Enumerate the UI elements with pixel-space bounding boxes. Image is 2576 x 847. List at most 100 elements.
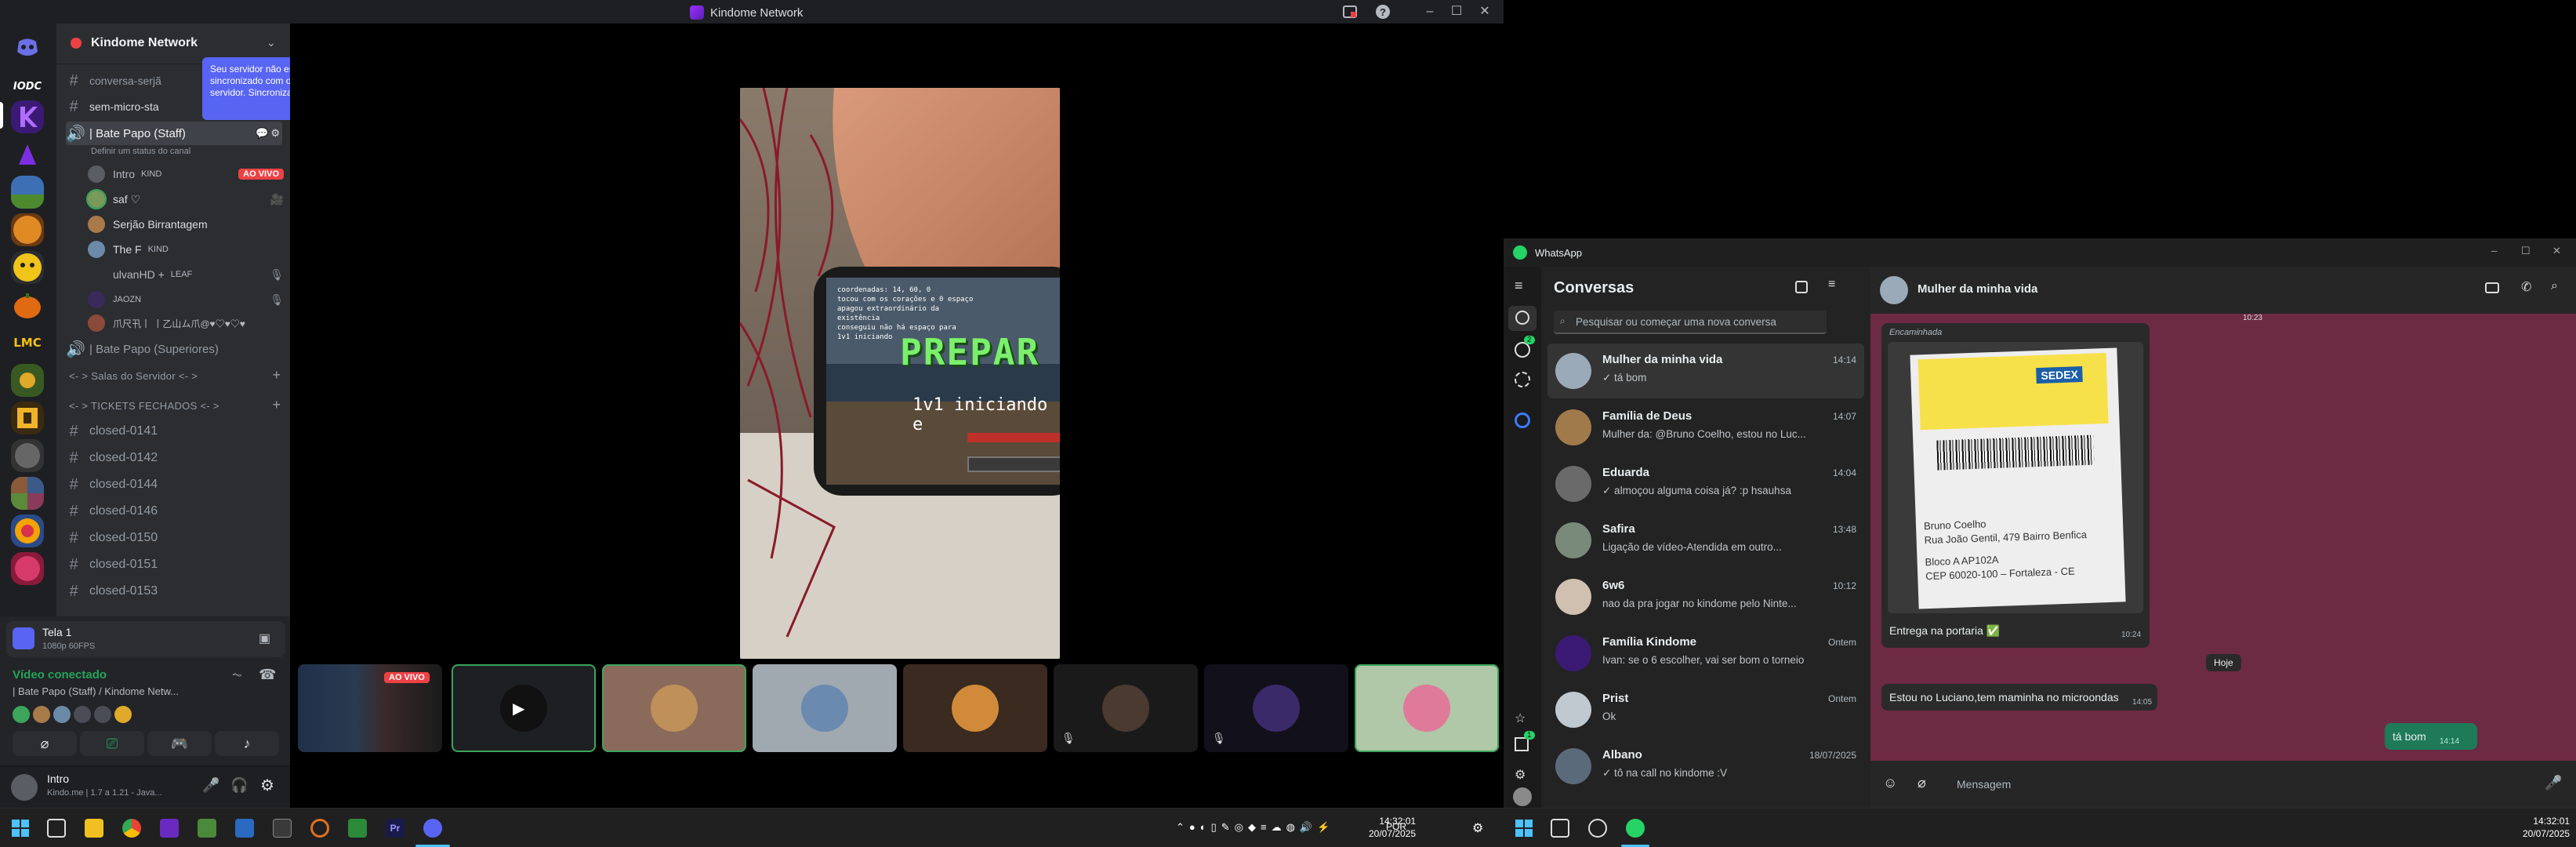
clock-left[interactable]: 14:32:01 20/07/2025 <box>1369 815 1416 840</box>
premiere-icon[interactable]: Pr <box>386 819 405 838</box>
voice-channel-staff[interactable]: 🔊 | Bate Papo (Staff) 💬⚙ <box>66 122 282 145</box>
outgoing-message[interactable]: tá bom 14:14 <box>2385 723 2477 750</box>
conversation-item[interactable]: Prist Ontem Ok <box>1547 682 1864 737</box>
participant-tile-intro[interactable]: AO VIVO <box>298 664 442 752</box>
channel-ticket[interactable]: # closed-0146 <box>66 500 282 523</box>
add-channel-icon[interactable]: + <box>272 367 281 384</box>
inbox-icon[interactable] <box>1342 4 1358 20</box>
channel-ticket[interactable]: # closed-0142 <box>66 446 282 470</box>
server-gray[interactable] <box>11 439 44 472</box>
conversation-item[interactable]: Safira 13:48 Ligação de vídeo-Atendida e… <box>1547 513 1864 568</box>
server-r[interactable] <box>11 402 44 434</box>
filter-icon[interactable]: ≡ <box>1828 278 1835 292</box>
minimize-icon[interactable]: – <box>2491 245 2497 256</box>
server-collage[interactable] <box>11 477 44 510</box>
activity-icon[interactable] <box>94 706 111 723</box>
channel-ticket[interactable]: # closed-0151 <box>66 553 282 576</box>
server-green[interactable] <box>11 364 44 397</box>
parcel-photo[interactable]: SEDEX Bruno Coelho Rua João Gentil, 479 … <box>1888 342 2143 613</box>
participant-tile-marai[interactable]: 🎙 <box>1204 664 1348 752</box>
meta-ai-icon[interactable] <box>1515 413 1530 428</box>
emoji-icon[interactable]: ☺ <box>1883 775 1897 791</box>
chats-nav[interactable] <box>1508 306 1537 331</box>
close-icon[interactable]: ✕ <box>1477 4 1493 20</box>
stop-stream-icon[interactable]: ▣ <box>259 631 270 646</box>
minecraft-icon[interactable] <box>198 819 216 838</box>
attach-icon[interactable]: ⌀ <box>1917 775 1926 791</box>
help-icon[interactable]: ? <box>1375 4 1391 20</box>
discord-taskbar-icon[interactable] <box>423 819 442 838</box>
conversation-item[interactable]: Eduarda 14:04 ✓ almoçou alguma coisa já?… <box>1547 456 1864 511</box>
maximize-icon[interactable]: ☐ <box>2521 245 2531 257</box>
channel-ticket[interactable]: # closed-0141 <box>66 420 282 443</box>
conversation-item[interactable]: Albano 18/07/2025 ✓ tô na call no kindom… <box>1547 739 1864 794</box>
voice-user-serjao[interactable]: Serjão Birrantagem <box>88 213 284 236</box>
activity-icon[interactable] <box>74 706 91 723</box>
participant-tile-anime[interactable] <box>1355 664 1499 752</box>
discord-taskbar-icon[interactable] <box>1588 819 1607 838</box>
search-chat-icon[interactable]: ⌕ <box>2551 279 2558 293</box>
channel-ticket[interactable]: # closed-0144 <box>66 473 282 496</box>
voice-channel-superiores[interactable]: 🔊 | Bate Papo (Superiores) <box>66 337 282 361</box>
start-icon[interactable] <box>11 819 30 838</box>
server-iodc[interactable]: IODC <box>11 71 44 104</box>
server-blue[interactable] <box>11 176 44 209</box>
noise-suppression-icon[interactable]: ⏦ <box>232 668 242 682</box>
search-box[interactable]: ⌕ Pesquisar ou começar uma nova conversa <box>1554 311 1827 334</box>
voice-call-icon[interactable]: ✆ <box>2521 279 2531 295</box>
participant-tile-saf[interactable]: ▶ <box>452 664 596 752</box>
disconnect-icon[interactable]: ☎ <box>259 667 276 683</box>
whatsapp-taskbar-icon[interactable] <box>1626 819 1645 838</box>
clock-right[interactable]: 14:32:01 20/07/2025 <box>2523 815 2570 840</box>
profile-avatar[interactable] <box>1513 787 1532 806</box>
explorer-icon[interactable] <box>85 819 103 838</box>
close-icon[interactable]: ✕ <box>2552 245 2561 257</box>
participant-tile-serjao[interactable] <box>602 664 746 752</box>
channel-ticket[interactable]: # closed-0153 <box>66 580 282 603</box>
channel-status[interactable]: Definir um status do canal <box>91 147 190 156</box>
calls-icon[interactable] <box>1515 342 1530 358</box>
message-input[interactable]: Mensagem <box>1950 770 2515 798</box>
conversation-item[interactable]: 6w6 10:12 nao da pra jogar no kindome pe… <box>1547 569 1864 624</box>
mic-icon[interactable]: 🎤 <box>202 777 220 794</box>
app-blue-icon[interactable] <box>235 819 254 838</box>
soundboard-button[interactable]: ♪ <box>215 731 279 756</box>
start-icon[interactable] <box>1515 819 1533 838</box>
category-tickets[interactable]: <- > TICKETS FECHADOS <- > <box>69 400 220 412</box>
chat-avatar[interactable] <box>1880 276 1908 304</box>
screen-share-button[interactable]: ⎚ <box>80 731 144 756</box>
conversation-item[interactable]: Família Kindome Ontem Ivan: se o 6 escol… <box>1547 626 1864 681</box>
app-terminal-icon[interactable] <box>273 819 292 838</box>
task-view-icon[interactable] <box>47 819 66 838</box>
mic-icon[interactable]: 🎤 <box>2545 775 2562 791</box>
conversation-item[interactable]: Família de Deus 14:07 Mulher da: @Bruno … <box>1547 400 1864 455</box>
voice-user-jaozn[interactable]: JAOZN 🎙 <box>88 288 284 311</box>
task-view-icon[interactable] <box>1551 819 1569 838</box>
headset-icon[interactable]: 🎧 <box>230 777 248 794</box>
add-channel-icon[interactable]: + <box>272 397 281 413</box>
activity-icon[interactable] <box>13 706 30 723</box>
voice-user-ulvan[interactable]: ulvanHD + LEAF 🎙 <box>88 263 284 286</box>
chrome-icon[interactable] <box>122 819 141 838</box>
screen-share-card[interactable]: Tela 1 1080p 60FPS ▣ <box>6 621 285 657</box>
status-icon[interactable] <box>1515 372 1530 387</box>
camera-off-button[interactable]: ⌀ <box>13 731 77 756</box>
activity-icon[interactable] <box>114 706 132 723</box>
tray-icons[interactable]: ⌃●◐▯✎◎◆≡☁◍🔊⚡ <box>1176 821 1334 834</box>
channel-ticket[interactable]: # closed-0150 <box>66 526 282 550</box>
discord-home-icon[interactable] <box>11 30 44 63</box>
voice-connected-status[interactable]: Vídeo conectado <box>13 668 107 682</box>
menu-icon[interactable]: ≡ <box>1515 278 1523 294</box>
participant-tile-thef[interactable] <box>753 664 897 752</box>
voice-user-marai[interactable]: 爪尺卂丨 丨乙山ム爪@♥♡♥♡♥ <box>88 311 284 335</box>
chevron-down-icon[interactable]: ⌄ <box>267 36 276 49</box>
focused-video-stream[interactable]: coordenadas: 14, 60, 0 tocou com os cora… <box>740 88 1060 659</box>
user-avatar[interactable] <box>11 774 38 801</box>
server-k-purple[interactable] <box>11 138 44 171</box>
server-lmc[interactable]: LMC <box>11 326 44 359</box>
starred-icon[interactable]: ☆ <box>1515 711 1526 726</box>
server-kindome[interactable] <box>11 100 44 133</box>
activities-button[interactable]: 🎮 <box>147 731 212 756</box>
app-purple-icon[interactable] <box>160 819 179 838</box>
server-colorful[interactable] <box>11 514 44 547</box>
